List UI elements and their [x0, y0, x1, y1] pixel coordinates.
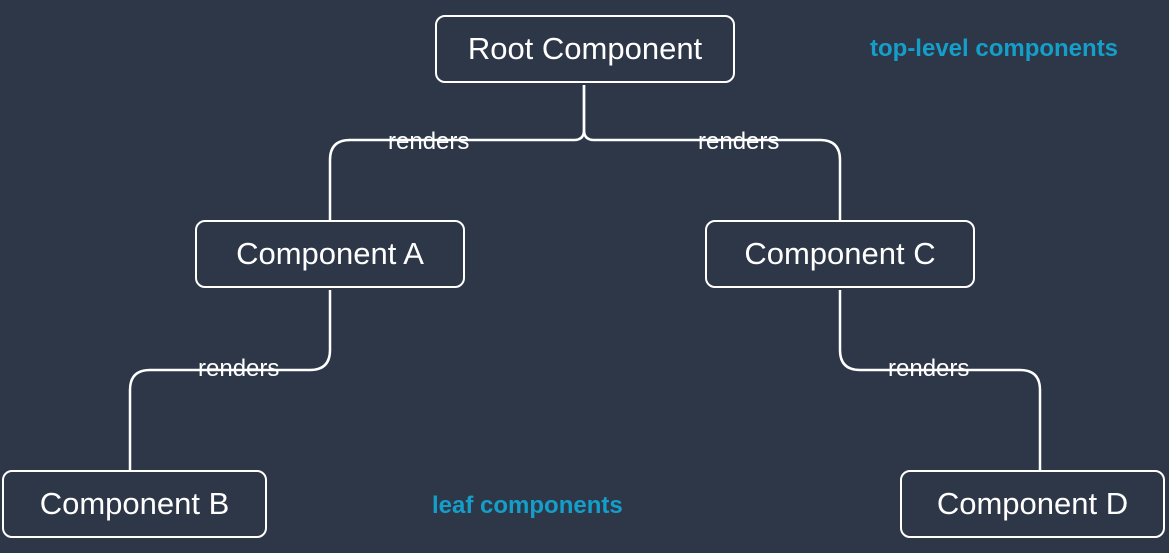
- node-component-a: Component A: [195, 220, 465, 288]
- edge-label-a-b: renders: [198, 355, 279, 383]
- node-label: Component C: [744, 236, 935, 272]
- annotation-top-level: top-level components: [870, 35, 1118, 63]
- node-component-d: Component D: [900, 470, 1165, 538]
- node-label: Component D: [937, 486, 1128, 522]
- annotation-leaf: leaf components: [432, 492, 623, 520]
- edge-label-root-a: renders: [388, 128, 469, 156]
- node-root-component: Root Component: [435, 15, 735, 83]
- node-component-c: Component C: [705, 220, 975, 288]
- node-label: Component A: [236, 236, 424, 272]
- edge-label-c-d: renders: [888, 355, 969, 383]
- node-label: Component B: [40, 486, 230, 522]
- node-label: Root Component: [468, 31, 702, 67]
- edge-label-root-c: renders: [698, 128, 779, 156]
- node-component-b: Component B: [2, 470, 267, 538]
